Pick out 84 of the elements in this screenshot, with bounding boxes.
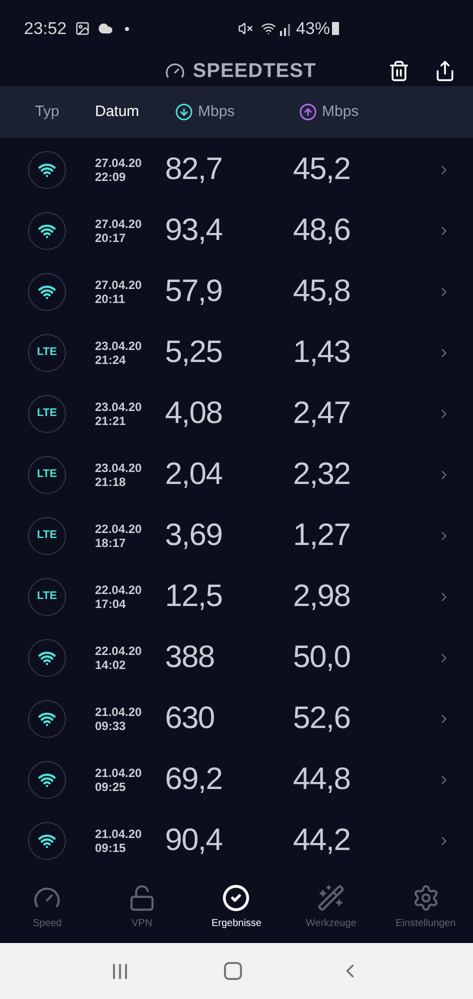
app-title: SPEEDTEST (192, 59, 316, 84)
result-row[interactable]: 22.04.20 14:02 388 50,0 (0, 627, 473, 688)
upload-value: 44,2 (293, 821, 352, 860)
nav-tab[interactable]: Ergebnisse (189, 884, 284, 931)
upload-value: 1,43 (293, 333, 352, 372)
lte-badge: LTE (28, 516, 66, 555)
result-row[interactable]: 27.04.20 22:09 82,7 45,2 (0, 139, 473, 200)
date-time: 21.04.20 09:15 (95, 826, 143, 855)
wifi-icon (38, 832, 56, 850)
lte-badge: LTE (28, 394, 66, 433)
upload-value: 44,8 (293, 760, 352, 798)
date-time: 27.04.20 20:11 (95, 278, 143, 306)
lte-badge: LTE (28, 456, 66, 494)
wifi-icon (38, 770, 56, 789)
check-circle-icon (222, 884, 250, 912)
result-row[interactable]: LTE 22.04.20 18:17 3,69 1,27 (0, 505, 473, 566)
download-header[interactable]: Mbps (198, 100, 235, 124)
image-icon (74, 21, 90, 36)
result-row[interactable]: 27.04.20 20:17 93,4 48,6 (0, 200, 473, 262)
date-time: 27.04.20 20:17 (95, 216, 143, 245)
magic-wand-icon (317, 884, 346, 912)
download-value: 630 (165, 699, 216, 738)
download-value: 2,04 (165, 455, 224, 494)
download-value: 69,2 (165, 760, 224, 798)
download-value: 57,9 (165, 272, 224, 310)
home-button[interactable] (224, 962, 242, 980)
upload-value: 2,32 (293, 455, 352, 494)
date-time: 22.04.20 17:04 (95, 582, 143, 611)
result-row[interactable]: LTE 23.04.20 21:24 5,25 1,43 (0, 322, 473, 384)
download-value: 93,4 (165, 211, 224, 250)
upload-value: 45,8 (293, 272, 352, 310)
result-row[interactable]: 21.04.20 09:15 90,4 44,2 (0, 810, 473, 872)
wifi-icon (38, 222, 56, 240)
mute-icon (238, 21, 253, 36)
battery-level: 43% (296, 18, 330, 40)
upload-value: 45,2 (293, 150, 352, 188)
download-value: 5,25 (165, 333, 224, 372)
download-value: 82,7 (165, 150, 224, 188)
upload-value: 2,98 (293, 577, 352, 616)
result-row[interactable]: LTE 23.04.20 21:18 2,04 2,32 (0, 444, 473, 506)
share-button[interactable] (434, 60, 456, 82)
download-value: 388 (165, 638, 216, 676)
upload-value: 52,6 (293, 699, 352, 738)
date-time: 27.04.20 22:09 (95, 156, 143, 184)
upload-value: 2,47 (293, 394, 352, 432)
recents-button[interactable] (112, 964, 126, 979)
date-time: 23.04.20 21:21 (95, 400, 143, 428)
cloud-icon (98, 21, 113, 36)
date-time: 21.04.20 09:25 (95, 766, 143, 794)
wifi-icon (38, 648, 56, 667)
upload-value: 50,0 (293, 638, 352, 676)
unlocked-padlock-icon (128, 884, 156, 912)
lte-badge: LTE (28, 578, 66, 616)
result-row[interactable]: LTE 22.04.20 17:04 12,5 2,98 (0, 566, 473, 628)
date-time: 22.04.20 14:02 (95, 644, 143, 672)
date-time: 23.04.20 21:24 (95, 338, 143, 367)
delete-button[interactable] (388, 60, 410, 82)
result-row[interactable]: 21.04.20 09:25 69,2 44,8 (0, 749, 473, 810)
download-value: 4,08 (165, 394, 224, 432)
wifi-signal-icon (260, 21, 276, 36)
upload-value: 1,27 (293, 516, 352, 554)
battery-icon (332, 22, 339, 36)
result-row[interactable]: 27.04.20 20:11 57,9 45,8 (0, 261, 473, 322)
download-icon (175, 102, 193, 121)
date-time: 22.04.20 18:17 (95, 522, 143, 550)
wifi-icon (38, 710, 56, 728)
type-header[interactable]: Typ (35, 100, 95, 124)
download-value: 12,5 (165, 577, 224, 616)
lte-badge: LTE (28, 334, 66, 372)
date-time: 21.04.20 09:33 (95, 704, 143, 733)
wifi-icon (38, 282, 56, 301)
download-value: 3,69 (165, 516, 224, 554)
result-row[interactable]: 21.04.20 09:33 630 52,6 (0, 688, 473, 750)
wifi-icon (38, 160, 56, 179)
date-header[interactable]: Datum (95, 100, 175, 124)
upload-header[interactable]: Mbps (322, 100, 359, 124)
clock: 23:52 (24, 18, 67, 40)
signal-icon (280, 22, 292, 36)
download-value: 90,4 (165, 821, 224, 860)
result-row[interactable]: LTE 23.04.20 21:21 4,08 2,47 (0, 383, 473, 444)
upload-icon (299, 102, 317, 121)
settings-icon (412, 884, 440, 912)
date-time: 23.04.20 21:18 (95, 460, 143, 489)
upload-value: 48,6 (293, 211, 352, 250)
